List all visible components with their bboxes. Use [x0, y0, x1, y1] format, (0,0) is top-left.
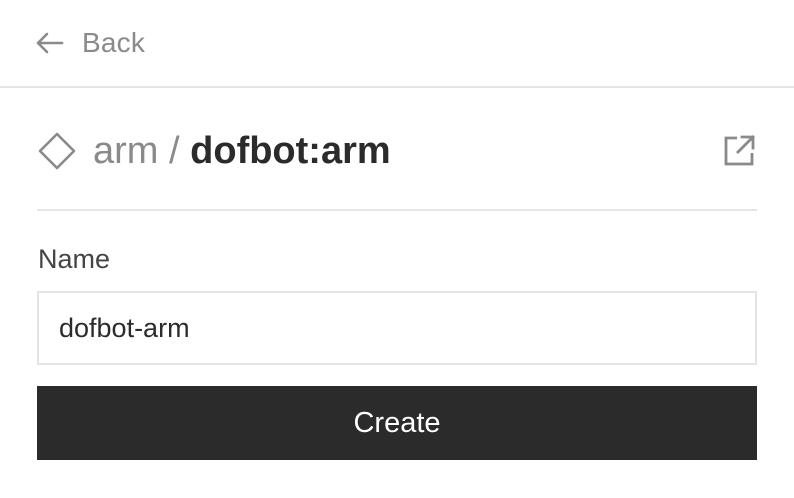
resource-type: arm	[93, 130, 159, 172]
title-separator: /	[169, 130, 180, 172]
back-button[interactable]: Back	[34, 24, 145, 62]
resource-title: arm / dofbot:arm	[37, 124, 757, 178]
page-title: arm / dofbot:arm	[93, 124, 391, 178]
resource-name: dofbot:arm	[190, 130, 391, 172]
back-label: Back	[82, 27, 146, 58]
name-input[interactable]	[37, 291, 757, 365]
name-field-label: Name	[38, 244, 111, 274]
arrow-left-icon	[34, 31, 64, 55]
diamond-icon	[37, 131, 77, 171]
external-link-icon[interactable]	[721, 133, 757, 169]
divider	[37, 209, 757, 211]
create-button[interactable]: Create	[37, 386, 757, 460]
top-bar: Back	[0, 0, 794, 88]
